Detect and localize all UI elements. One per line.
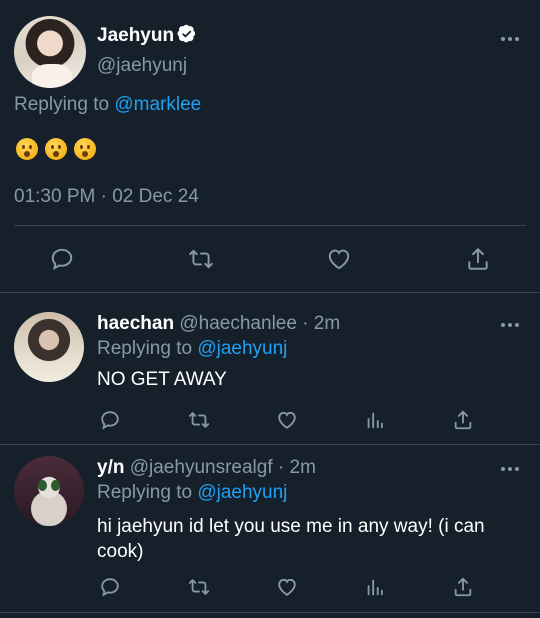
reply-text: hi jaehyun id let you use me in any way!… — [97, 514, 485, 564]
author-name[interactable]: Jaehyun — [97, 24, 197, 47]
retweet-icon[interactable] — [188, 246, 214, 272]
reply-icon[interactable] — [49, 246, 75, 272]
avatar-haechan[interactable] — [14, 312, 84, 382]
author-handle[interactable]: @jaehyunj — [97, 55, 187, 77]
reply-icon[interactable] — [99, 409, 121, 431]
share-icon[interactable] — [452, 409, 474, 431]
reply-text-line: hi jaehyun id let you use me in any way!… — [97, 516, 485, 537]
analytics-icon[interactable] — [364, 576, 386, 598]
replying-to-line: Replying to @marklee — [14, 94, 201, 116]
replying-label: Replying to — [97, 338, 193, 359]
reply-header: haechan @haechanlee · 2m — [97, 313, 340, 335]
divider — [0, 612, 540, 613]
avatar-jaehyun[interactable] — [14, 16, 86, 88]
divider — [14, 225, 526, 226]
retweet-icon[interactable] — [188, 409, 210, 431]
retweet-icon[interactable] — [188, 576, 210, 598]
analytics-icon[interactable] — [364, 409, 386, 431]
more-options-icon[interactable] — [501, 36, 521, 42]
replying-to-link[interactable]: @marklee — [114, 94, 201, 115]
replying-label: Replying to — [14, 94, 110, 115]
reply-author-handle[interactable]: @haechanlee — [179, 313, 297, 334]
reply-icon[interactable] — [99, 576, 121, 598]
astonished-face-emoji-icon — [74, 138, 96, 160]
divider — [0, 444, 540, 445]
share-icon[interactable] — [452, 576, 474, 598]
astonished-face-emoji-icon — [45, 138, 67, 160]
author-name-text: Jaehyun — [97, 25, 175, 46]
reply-author-handle[interactable]: @jaehyunsrealgf — [130, 457, 273, 478]
reply-text-line: cook) — [97, 541, 144, 562]
replying-to-link[interactable]: @jaehyunj — [197, 482, 287, 503]
reply-text: NO GET AWAY — [97, 369, 227, 390]
replying-to-line: Replying to @jaehyunj — [97, 338, 287, 360]
divider — [0, 292, 540, 293]
astonished-face-emoji-icon — [16, 138, 38, 160]
like-heart-icon[interactable] — [276, 576, 298, 598]
reply-author-name[interactable]: y/n — [97, 457, 124, 478]
reply-time[interactable]: · 2m — [302, 313, 340, 334]
verified-badge-icon — [177, 24, 197, 44]
replying-to-line: Replying to @jaehyunj — [97, 482, 287, 504]
replying-label: Replying to — [97, 482, 193, 503]
like-heart-icon[interactable] — [276, 409, 298, 431]
reply-time[interactable]: · 2m — [278, 457, 316, 478]
reply-author-name[interactable]: haechan — [97, 313, 174, 334]
like-heart-icon[interactable] — [326, 246, 352, 272]
tweet-timestamp[interactable]: 01:30 PM · 02 Dec 24 — [14, 186, 199, 208]
avatar-yn[interactable] — [14, 456, 84, 526]
more-options-icon[interactable] — [501, 466, 521, 472]
reply-header: y/n @jaehyunsrealgf · 2m — [97, 457, 316, 479]
share-icon[interactable] — [465, 246, 491, 272]
replying-to-link[interactable]: @jaehyunj — [197, 338, 287, 359]
tweet-content-emojis — [16, 138, 103, 162]
more-options-icon[interactable] — [501, 322, 521, 328]
